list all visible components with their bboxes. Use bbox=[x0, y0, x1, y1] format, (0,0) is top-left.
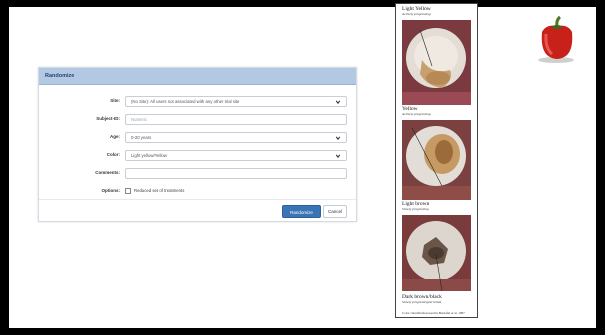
caption-yellow: Yellow Actively progressing bbox=[402, 106, 431, 116]
site-row: Site: (No Site): All users not associate… bbox=[39, 95, 356, 109]
chevron-down-icon bbox=[335, 100, 341, 105]
site-select[interactable]: (No Site): All users not associated with… bbox=[125, 96, 347, 107]
caption-light-brown: Light brown Slowly progressing bbox=[402, 201, 430, 211]
comments-label: Comments: bbox=[95, 170, 120, 175]
reduced-treatments-checkbox[interactable] bbox=[125, 188, 131, 194]
tooth-photo-yellow bbox=[402, 120, 471, 200]
figure-note: Color classification used in Barnafel et… bbox=[402, 311, 465, 315]
color-value: Light yellow/Yellow bbox=[131, 153, 167, 158]
randomize-panel: Randomize Site: (No Site): All users not… bbox=[38, 67, 357, 222]
tooth-photo-light-yellow bbox=[402, 20, 471, 105]
caption-dark-brown: Dark brown/black Slowly progressing/arre… bbox=[402, 294, 442, 304]
subject-id-row: Subject-ID: Numeric bbox=[39, 113, 356, 127]
color-classification-figure: Light Yellow Actively progressing Yellow… bbox=[395, 3, 478, 318]
age-label: Age: bbox=[110, 134, 120, 139]
panel-footer: Randomize Cancel bbox=[39, 199, 356, 222]
chevron-down-icon bbox=[335, 136, 341, 141]
site-label: Site: bbox=[110, 98, 120, 103]
color-label: Color: bbox=[106, 152, 120, 157]
reduced-treatments-label: Reduced set of treatments bbox=[134, 188, 185, 193]
tooth-photo-light-brown bbox=[402, 215, 471, 291]
comments-input[interactable] bbox=[125, 168, 347, 179]
options-row: Options: Reduced set of treatments bbox=[39, 185, 356, 199]
randomize-button[interactable]: Randomize bbox=[282, 205, 321, 218]
subject-id-label: Subject-ID: bbox=[96, 116, 120, 121]
age-select[interactable]: 0-20 years bbox=[125, 132, 347, 143]
chevron-down-icon bbox=[335, 154, 341, 159]
options-label: Options: bbox=[101, 188, 121, 193]
comments-row: Comments: bbox=[39, 167, 356, 181]
cancel-button[interactable]: Cancel bbox=[323, 205, 347, 218]
subject-id-input[interactable]: Numeric bbox=[125, 114, 347, 125]
caption-light-yellow: Light Yellow Actively progressing bbox=[402, 6, 431, 16]
subject-id-placeholder: Numeric bbox=[131, 117, 147, 122]
age-value: 0-20 years bbox=[131, 135, 152, 140]
color-row: Color: Light yellow/Yellow bbox=[39, 149, 356, 163]
age-row: Age: 0-20 years bbox=[39, 131, 356, 145]
color-select[interactable]: Light yellow/Yellow bbox=[125, 150, 347, 161]
site-value: (No Site): All users not associated with… bbox=[131, 99, 240, 104]
panel-title: Randomize bbox=[39, 68, 356, 85]
bell-pepper-icon bbox=[538, 15, 574, 63]
